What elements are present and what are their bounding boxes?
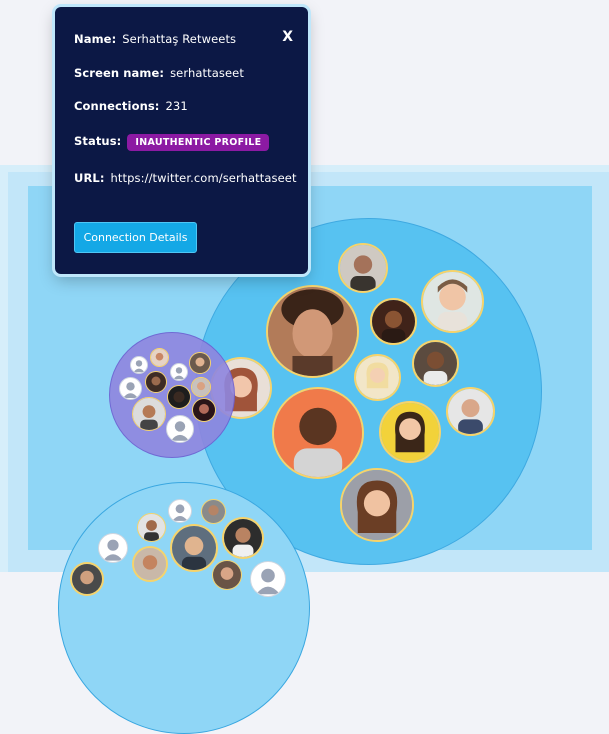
avatar-node[interactable]: [191, 377, 211, 397]
avatar-node[interactable]: [222, 517, 264, 559]
connection-details-button[interactable]: Connection Details: [74, 222, 197, 253]
avatar-node[interactable]: [338, 243, 388, 293]
url-label: URL:: [74, 171, 105, 185]
close-icon[interactable]: X: [282, 29, 293, 45]
screen-name-label: Screen name:: [74, 66, 165, 80]
avatar-node[interactable]: [132, 546, 168, 582]
avatar-node[interactable]: [70, 562, 104, 596]
avatar-node[interactable]: [192, 398, 216, 422]
user-placeholder-icon[interactable]: [250, 561, 286, 597]
avatar-node[interactable]: [421, 270, 484, 333]
user-placeholder-icon[interactable]: [130, 356, 148, 374]
connections-label: Connections:: [74, 99, 160, 113]
avatar-node[interactable]: [212, 560, 242, 590]
status-label: Status:: [74, 134, 122, 148]
connections-value: 231: [165, 99, 188, 113]
avatar-node[interactable]: [145, 371, 167, 393]
url-row: URL: https://twitter.com/serhattaseet: [74, 171, 297, 185]
user-placeholder-icon[interactable]: [168, 499, 192, 523]
avatar-node[interactable]: [412, 340, 459, 387]
avatar-node[interactable]: [340, 468, 414, 542]
name-row: Name: Serhattaş Retweets: [74, 32, 236, 46]
name-label: Name:: [74, 32, 117, 46]
screen-name-value: serhattaseet: [170, 66, 244, 80]
name-value: Serhattaş Retweets: [122, 32, 237, 46]
avatar-node[interactable]: [137, 513, 166, 542]
status-badge: INAUTHENTIC PROFILE: [127, 134, 270, 151]
user-placeholder-icon[interactable]: [166, 415, 194, 443]
avatar-node[interactable]: [167, 385, 191, 409]
avatar-node[interactable]: [266, 285, 359, 378]
user-placeholder-icon[interactable]: [98, 533, 128, 563]
user-placeholder-icon[interactable]: [119, 377, 142, 400]
avatar-node[interactable]: [132, 397, 166, 431]
avatar-node[interactable]: [379, 401, 441, 463]
avatar-node[interactable]: [170, 524, 218, 572]
avatar-node[interactable]: [354, 354, 401, 401]
screen-name-row: Screen name: serhattaseet: [74, 66, 244, 80]
profile-popup: Name: Serhattaş Retweets X Screen name: se…: [55, 7, 308, 274]
connections-row: Connections: 231: [74, 99, 188, 113]
avatar-node[interactable]: [189, 352, 211, 374]
avatar-node[interactable]: [370, 298, 417, 345]
avatar-node[interactable]: [150, 348, 169, 367]
avatar-node[interactable]: [446, 387, 495, 436]
avatar-node[interactable]: [201, 499, 226, 524]
url-link[interactable]: https://twitter.com/serhattaseet: [111, 171, 297, 185]
user-placeholder-icon[interactable]: [170, 363, 188, 381]
avatar-node[interactable]: [272, 387, 364, 479]
status-row: Status: INAUTHENTIC PROFILE: [74, 134, 270, 151]
